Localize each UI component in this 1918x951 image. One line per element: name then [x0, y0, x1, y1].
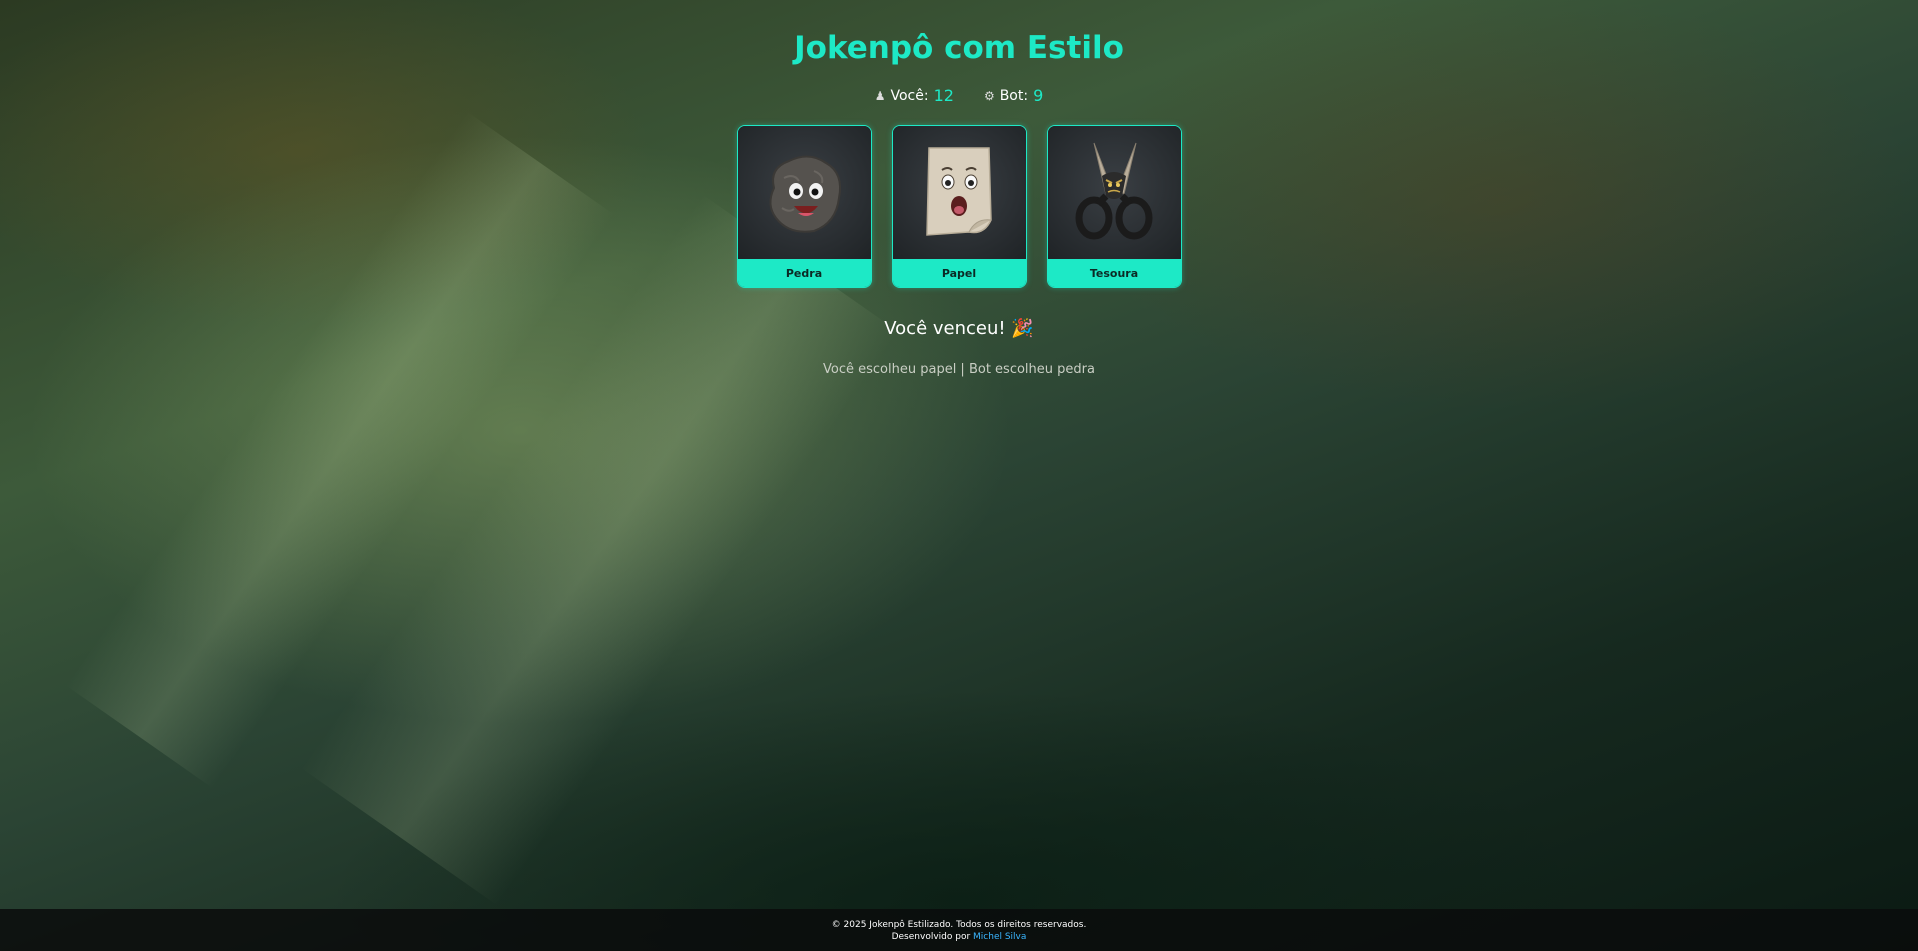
bot-score-value: 9 [1033, 86, 1044, 105]
developer-link[interactable]: Michel Silva [973, 932, 1026, 942]
page-title: Jokenpô com Estilo [794, 30, 1124, 66]
paper-image [892, 126, 1026, 259]
footer-dev-prefix: Desenvolvido por [891, 932, 971, 942]
user-icon: ♟ [874, 88, 886, 103]
choice-paper-label: Papel [892, 259, 1026, 287]
page-footer: © 2025 Jokenpô Estilizado. Todos os dire… [0, 909, 1918, 951]
background-light-ray [300, 194, 900, 906]
paper-face-icon [926, 147, 992, 236]
robot-icon: ⚙ [983, 88, 995, 103]
choice-rock-button[interactable]: Pedra [736, 125, 872, 288]
footer-copyright: © 2025 Jokenpô Estilizado. Todos os dire… [831, 920, 1087, 930]
result-message: Você venceu! 🎉 [884, 318, 1034, 339]
player-score-label: Você: [890, 87, 929, 104]
choice-rock-label: Pedra [737, 259, 871, 287]
choice-options: Pedra Papel Tesoura [0, 125, 1918, 288]
player-score-value: 12 [933, 86, 954, 105]
result-detail: Você escolheu papel | Bot escolheu pedra [823, 362, 1095, 377]
player-score: ♟ Você: 12 [875, 86, 954, 105]
rock-image [737, 126, 871, 259]
choice-paper-button[interactable]: Papel [891, 125, 1027, 288]
scissors-face-icon [1075, 142, 1153, 239]
choice-scissors-label: Tesoura [1047, 259, 1181, 287]
rock-face-icon [769, 155, 842, 233]
footer-credit: Desenvolvido por Michel Silva [0, 931, 1918, 943]
bot-score-label: Bot: [999, 87, 1029, 104]
scissors-image [1047, 126, 1181, 259]
choice-scissors-button[interactable]: Tesoura [1046, 125, 1182, 288]
scoreboard: ♟ Você: 12 ⚙ Bot: 9 [0, 86, 1918, 105]
bot-score: ⚙ Bot: 9 [984, 86, 1043, 105]
